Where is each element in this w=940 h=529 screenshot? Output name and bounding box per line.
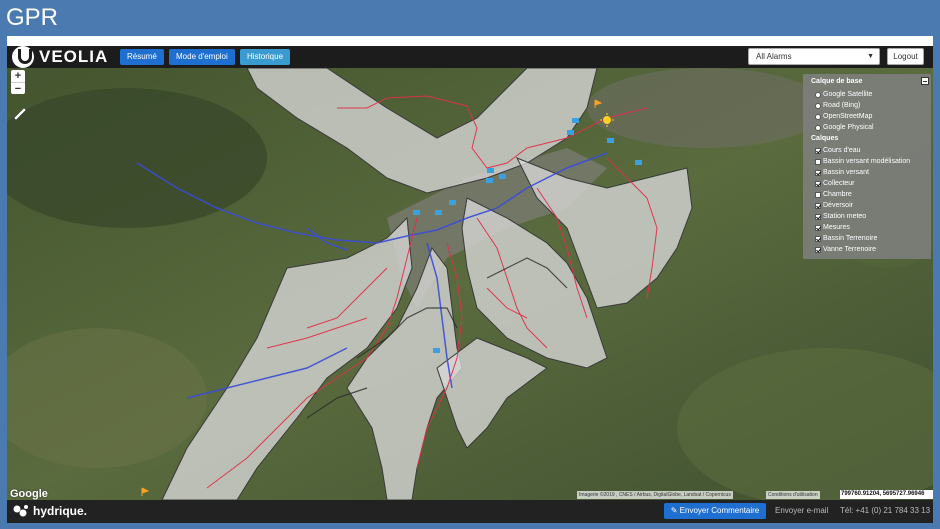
send-email-link[interactable]: Envoyer e-mail	[775, 503, 828, 519]
overlay-label: Chambre	[823, 191, 852, 198]
brand-name: VEOLIA	[39, 47, 109, 66]
overlay-mesures[interactable]: Mesures	[815, 224, 850, 231]
base-layer-openstreetmap[interactable]: OpenStreetMap	[815, 113, 872, 120]
overlay-label: Collecteur	[823, 180, 855, 187]
base-layer-google-physical[interactable]: Google Physical	[815, 124, 874, 131]
base-layer-title: Calque de base	[811, 78, 863, 85]
send-comment-button[interactable]: ✎ Envoyer Commentaire	[664, 503, 766, 519]
radio-icon[interactable]	[815, 113, 821, 120]
mouse-coordinates: 799760.91204, 5695727.96946	[840, 490, 933, 499]
zoom-out-button[interactable]: −	[11, 82, 25, 95]
overlay-label: Cours d'eau	[823, 147, 861, 154]
radio-icon[interactable]	[815, 102, 821, 109]
hydrique-logo: hydrique.	[12, 504, 87, 518]
measure-ruler-icon[interactable]	[12, 106, 28, 122]
base-layer-label: Google Physical	[823, 124, 874, 131]
checkbox-icon[interactable]	[815, 224, 821, 231]
checkbox-icon[interactable]	[815, 246, 821, 253]
checkbox-icon[interactable]	[815, 158, 821, 165]
footer-bar: hydrique. ✎ Envoyer Commentaire Envoyer …	[7, 500, 933, 523]
checkbox-icon[interactable]	[815, 147, 821, 154]
top-strip	[7, 36, 933, 46]
chevron-down-icon: ▼	[867, 53, 874, 60]
veolia-logo: VEOLIA	[12, 46, 108, 68]
overlay-bassin-versant-modelisation[interactable]: Bassin versant modélisation	[815, 158, 910, 165]
footer-brand: hydrique.	[33, 504, 88, 518]
overlay-label: Station meteo	[823, 213, 867, 220]
veolia-logo-icon	[12, 46, 34, 68]
map-canvas	[7, 68, 933, 500]
radio-icon[interactable]	[815, 124, 821, 131]
overlay-vanne-terrenoire[interactable]: Vanne Terrenoire	[815, 246, 876, 253]
top-navbar: VEOLIA Résumé Mode d'emploi Historique A…	[7, 46, 933, 68]
overlay-label: Bassin versant	[823, 169, 869, 176]
map-attribution: Imagerie ©2019 , CNES / Airbus, DigitalG…	[577, 491, 733, 499]
base-layer-label: Google Satellite	[823, 91, 873, 98]
overlay-label: Mesures	[823, 224, 850, 231]
checkbox-icon[interactable]	[815, 202, 821, 209]
zoom-control: + −	[11, 70, 25, 95]
checkbox-icon[interactable]	[815, 180, 821, 187]
checkbox-icon[interactable]	[815, 169, 821, 176]
overlay-cours-eau[interactable]: Cours d'eau	[815, 147, 861, 154]
alarm-filter-value: All Alarms	[756, 52, 792, 61]
checkbox-icon[interactable]	[815, 191, 821, 198]
overlay-bassin-terrenoire[interactable]: Bassin Terrenoire	[815, 235, 877, 242]
overlay-label: Bassin Terrenoire	[823, 235, 878, 242]
overlay-station-meteo[interactable]: Station meteo	[815, 213, 866, 220]
nav-resume-button[interactable]: Résumé	[120, 49, 164, 65]
radio-icon[interactable]	[815, 91, 821, 98]
hydrique-logo-icon	[13, 505, 28, 517]
nav-mode-emploi-button[interactable]: Mode d'emploi	[169, 49, 235, 65]
overlay-collecteur[interactable]: Collecteur	[815, 180, 855, 187]
overlay-deversoir[interactable]: Déversoir	[815, 202, 853, 209]
base-layer-road-bing[interactable]: Road (Bing)	[815, 102, 860, 109]
send-comment-label: Envoyer Commentaire	[679, 506, 760, 515]
checkbox-icon[interactable]	[815, 235, 821, 242]
collapse-panel-icon[interactable]	[921, 77, 929, 85]
terms-link[interactable]: Conditions d'utilisation	[766, 491, 820, 499]
nav-historique-button[interactable]: Historique	[240, 49, 291, 65]
alarm-filter-select[interactable]: All Alarms ▼	[748, 48, 880, 65]
base-layer-label: Road (Bing)	[823, 102, 861, 109]
overlay-title: Calques	[811, 135, 839, 142]
base-layer-label: OpenStreetMap	[823, 113, 873, 120]
overlay-chambre[interactable]: Chambre	[815, 191, 852, 198]
overlay-label: Déversoir	[823, 202, 853, 209]
overlay-label: Vanne Terrenoire	[823, 246, 877, 253]
map-view[interactable]: + − Calque de base Google Satellite Road…	[7, 68, 933, 500]
slide-title: GPR	[6, 4, 59, 31]
overlay-bassin-versant[interactable]: Bassin versant	[815, 169, 869, 176]
app-window: VEOLIA Résumé Mode d'emploi Historique A…	[7, 36, 933, 523]
layer-switcher-panel: Calque de base Google Satellite Road (Bi…	[803, 74, 931, 259]
pencil-icon: ✎	[670, 506, 680, 515]
base-layer-google-satellite[interactable]: Google Satellite	[815, 91, 872, 98]
google-logo: Google	[10, 488, 48, 500]
checkbox-icon[interactable]	[815, 213, 821, 220]
logout-button[interactable]: Logout	[887, 48, 924, 65]
phone-number: Tél: +41 (0) 21 784 33 13	[840, 506, 931, 515]
overlay-label: Bassin versant modélisation	[823, 158, 911, 165]
zoom-in-button[interactable]: +	[11, 70, 25, 82]
